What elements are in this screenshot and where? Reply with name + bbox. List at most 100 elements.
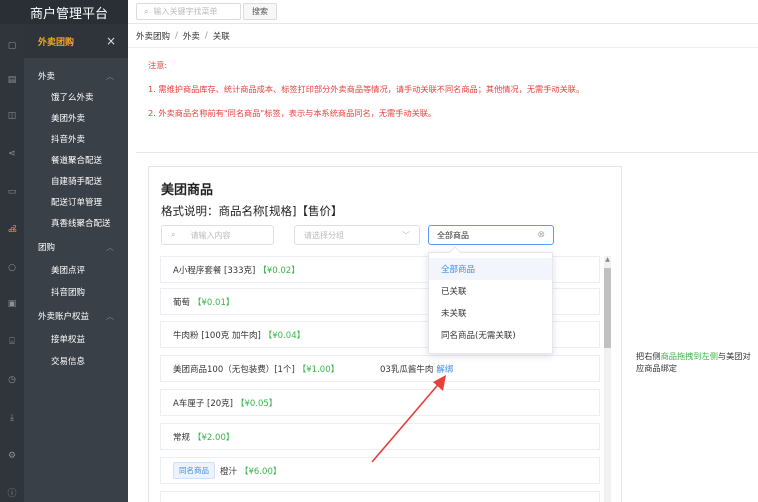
goods-row[interactable] [160, 491, 600, 502]
chevron-up-icon: ︿ [106, 71, 114, 81]
goods-name: A小程序套餐 [333克] [173, 265, 256, 276]
linked-goods-name: 03乳瓜酱牛肉 [380, 364, 434, 375]
menu-head[interactable]: 外卖团购 × [24, 24, 128, 58]
goods-price: 【¥1.00】 [297, 364, 340, 375]
menu-item-label: 自建骑手配送 [51, 177, 103, 187]
goods-name: 橙汁 [220, 466, 238, 477]
menu-item-label: 抖音外卖 [51, 135, 86, 145]
goods-price: 【¥0.04】 [263, 330, 306, 341]
goods-row[interactable]: A车厘子 [20克] 【¥0.05】 [160, 389, 600, 416]
menu-item[interactable]: 抖音外卖 [24, 130, 128, 148]
menu-group-label: 团购 [38, 243, 56, 253]
breadcrumb-item[interactable]: 外卖团购 [136, 30, 170, 42]
calendar-icon[interactable]: ▤ [0, 72, 24, 88]
menu-group-tuangou[interactable]: 团购 ︿ [24, 238, 128, 256]
icon-rail: ▢ ▤ ◫ ⋖ ▭ ൿ ○ ▣ ⌸ ◷ ⤓ ⚙ ⓘ [0, 0, 24, 502]
menu-item[interactable]: 饿了么外卖 [24, 88, 128, 106]
goods-name: 葡萄 [173, 297, 191, 308]
monitor-icon[interactable]: ▭ [0, 184, 24, 200]
goods-price: 【¥6.00】 [240, 466, 282, 477]
search-icon: ⌕ [144, 6, 149, 16]
bag-icon[interactable]: ◫ [0, 108, 24, 124]
menu-item-label: 交易信息 [51, 357, 86, 367]
drag-hint: 把右侧商品拖拽到左侧与美团对应商品绑定 [636, 350, 754, 374]
goods-price: 【¥2.00】 [193, 432, 235, 443]
divider [136, 152, 758, 153]
menu-search-placeholder: 输入关键字找菜单 [153, 7, 218, 16]
menu-item[interactable]: 美团外卖 [24, 109, 128, 127]
menu-item-label: 真香线聚合配送 [51, 219, 111, 229]
menu-item-label: 饿了么外卖 [51, 93, 94, 103]
menu-item[interactable]: 交易信息 [24, 352, 128, 370]
menu-search-input[interactable]: ⌕ 输入关键字找菜单 [136, 3, 241, 20]
linked-goods: 03乳瓜酱牛肉 解绑 [380, 363, 453, 375]
menu-item[interactable]: 美团点评 [24, 261, 128, 279]
goods-search-placeholder: 请输入内容 [190, 230, 231, 240]
menu-group-quanyi[interactable]: 外卖账户权益 ︿ [24, 307, 128, 325]
database-icon[interactable]: ⌸ [0, 334, 24, 350]
goods-name: 美团商品100（无包装费）[1个] [173, 364, 295, 375]
status-select-value: 全部商品 [437, 230, 469, 240]
goods-row[interactable]: 美团商品100（无包装费）[1个] 【¥1.00】 03乳瓜酱牛肉 解绑 [160, 355, 600, 382]
menu-item-label: 接单权益 [51, 335, 86, 345]
goods-name: 牛肉粉 [100克 加牛肉] [173, 330, 261, 341]
goods-name: 常规 [173, 432, 191, 443]
home-icon[interactable]: ▢ [0, 38, 24, 54]
status-dropdown: 全部商品 已关联 未关联 同名商品(无需关联) [428, 246, 553, 354]
menu-item[interactable]: 真香线聚合配送 [24, 214, 128, 232]
dropdown-option[interactable]: 全部商品 [429, 258, 552, 280]
menu-item-label: 餐道聚合配送 [51, 156, 103, 166]
search-icon: ⌕ [171, 230, 176, 239]
breadcrumb-item[interactable]: 外卖 [183, 30, 200, 42]
menu-item-label: 配送订单管理 [51, 198, 103, 208]
menu-item[interactable]: 配送订单管理 [24, 193, 128, 211]
user-icon[interactable]: ○ [0, 260, 24, 276]
search-button[interactable]: 搜索 [243, 3, 277, 20]
notice-title: 注意: [148, 60, 168, 70]
download-icon[interactable]: ⤓ [0, 410, 24, 426]
settings-icon[interactable]: ⚙ [0, 448, 24, 464]
unlink-button[interactable]: 解绑 [436, 365, 453, 375]
goods-row[interactable]: 常规 【¥2.00】 [160, 423, 600, 450]
dropdown-option[interactable]: 未关联 [429, 302, 552, 324]
scroll-up-icon[interactable]: ▲ [604, 256, 611, 264]
menu-item-label: 美团外卖 [51, 114, 86, 124]
info-icon[interactable]: ⓘ [0, 484, 24, 500]
notice-line-1: 1. 需维护商品库存、统计商品成本、标签打印部分外卖商品等情况，请手动关联不同名… [148, 84, 585, 94]
scrollbar-thumb[interactable] [604, 268, 611, 348]
status-select[interactable]: 全部商品 ⊗ [428, 225, 554, 245]
menu-item[interactable]: 接单权益 [24, 330, 128, 348]
menu-item-label: 抖音团购 [51, 288, 86, 298]
goods-price: 【¥0.05】 [235, 398, 278, 409]
hint-part-1: 把右侧 [636, 351, 661, 361]
notice-line-2: 2. 外卖商品名称前有"同名商品"标签，表示与本系统商品同名，无需手动关联。 [148, 108, 437, 118]
dropdown-option[interactable]: 同名商品(无需关联) [429, 324, 552, 346]
clear-icon[interactable]: ⊗ [537, 230, 545, 240]
menu-item[interactable]: 餐道聚合配送 [24, 151, 128, 169]
goods-row[interactable]: 同名商品 橙汁 【¥6.00】 [160, 457, 600, 484]
close-icon[interactable]: × [106, 34, 116, 48]
side-menu: 外卖团购 × 外卖 ︿ 饿了么外卖 美团外卖 抖音外卖 餐道聚合配送 自建骑手配送… [24, 24, 128, 502]
same-name-tag: 同名商品 [173, 462, 215, 479]
menu-head-label: 外卖团购 [38, 37, 75, 48]
chevron-down-icon: ﹀ [402, 230, 410, 240]
share-icon[interactable]: ⋖ [0, 146, 24, 162]
truck-icon[interactable]: ▣ [0, 296, 24, 312]
group-select[interactable]: 请选择分组 ﹀ [294, 225, 420, 245]
goods-search-input[interactable]: ⌕ 请输入内容 [161, 225, 274, 245]
chevron-up-icon: ︿ [106, 242, 114, 252]
scrollbar[interactable]: ▲ [604, 256, 611, 502]
menu-group-waimai[interactable]: 外卖 ︿ [24, 67, 128, 85]
app-root: ▢ ▤ ◫ ⋖ ▭ ൿ ○ ▣ ⌸ ◷ ⤓ ⚙ ⓘ 商户管理平台 外卖团购 × … [0, 0, 758, 502]
menu-item[interactable]: 自建骑手配送 [24, 172, 128, 190]
clock-icon[interactable]: ◷ [0, 372, 24, 388]
menu-item[interactable]: 抖音团购 [24, 283, 128, 301]
notice-box: 注意: 1. 需维护商品库存、统计商品成本、标签打印部分外卖商品等情况，请手动关… [148, 60, 748, 132]
hint-highlight: 商品拖拽到左侧 [660, 351, 718, 361]
group-select-placeholder: 请选择分组 [304, 230, 344, 240]
dropdown-option[interactable]: 已关联 [429, 280, 552, 302]
top-bar: ⌕ 输入关键字找菜单 搜索 [128, 0, 758, 24]
bike-icon[interactable]: ൿ [0, 222, 24, 238]
format-description: 格式说明：商品名称[规格]【售价】 [161, 204, 343, 218]
goods-price: 【¥0.02】 [258, 265, 300, 276]
